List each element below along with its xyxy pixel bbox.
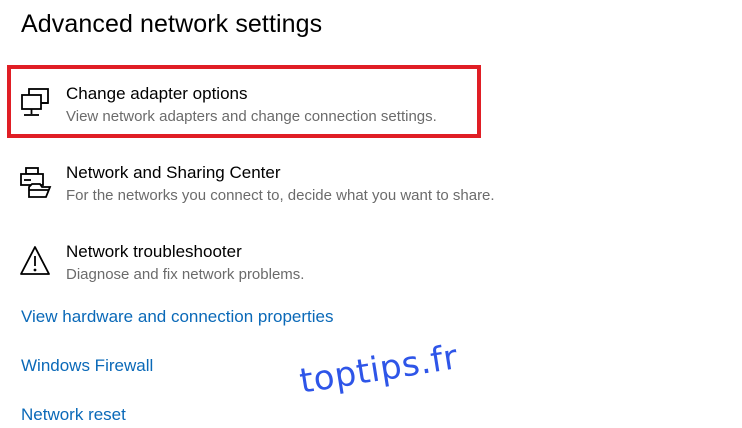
network-troubleshooter-title: Network troubleshooter [66,242,242,261]
sharing-center-icon [19,166,53,200]
network-sharing-center-description: For the networks you connect to, decide … [66,187,495,204]
network-sharing-center-button[interactable]: Network and Sharing Center For the netwo… [19,163,579,223]
watermark-text: toptips.fr [296,337,461,402]
warning-icon [19,245,53,279]
page-title: Advanced network settings [21,10,323,38]
view-hardware-properties-link[interactable]: View hardware and connection properties [21,307,334,327]
change-adapter-options-button[interactable]: Change adapter options View network adap… [19,84,579,144]
network-sharing-center-title: Network and Sharing Center [66,163,281,182]
settings-page: Advanced network settings Change adapter… [0,0,742,428]
network-adapter-icon [19,87,53,121]
change-adapter-options-title: Change adapter options [66,84,248,103]
network-troubleshooter-button[interactable]: Network troubleshooter Diagnose and fix … [19,242,579,302]
network-troubleshooter-description: Diagnose and fix network problems. [66,266,305,283]
network-reset-link[interactable]: Network reset [21,405,126,425]
windows-firewall-link[interactable]: Windows Firewall [21,356,153,376]
change-adapter-options-description: View network adapters and change connect… [66,108,437,125]
